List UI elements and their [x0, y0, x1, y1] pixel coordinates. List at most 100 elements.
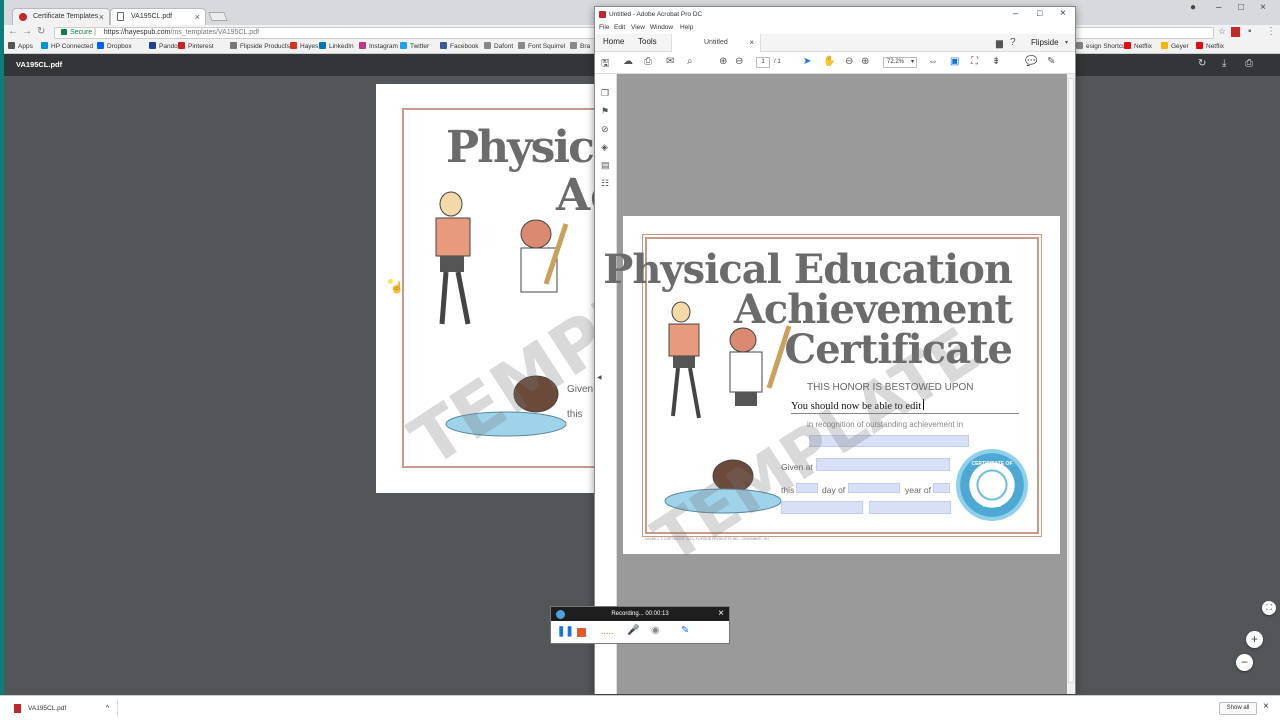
attachment-icon[interactable]: ⊘ — [601, 124, 609, 135]
rotate-icon[interactable]: ↻ — [1198, 58, 1206, 69]
menu-edit[interactable]: Edit — [614, 24, 625, 31]
bookmark-item[interactable]: Font Squirrel — [518, 42, 565, 50]
maximize-icon[interactable]: □ — [1238, 2, 1244, 13]
forward-icon[interactable]: → — [22, 26, 32, 37]
collapse-left-icon[interactable]: ◀ — [597, 374, 602, 381]
menu-view[interactable]: View — [631, 24, 645, 31]
fit-page-icon[interactable]: ⛶ — [1262, 601, 1276, 615]
minimize-icon[interactable]: – — [1013, 8, 1018, 18]
bookmark-item[interactable]: LinkedIn — [319, 42, 354, 50]
bookmark-item[interactable]: Dafont — [484, 42, 513, 50]
bookmark-item[interactable]: Pinterest — [178, 42, 214, 50]
download-icon[interactable]: ⤓ — [1222, 58, 1226, 69]
bookmark-item[interactable]: Geyer — [1161, 42, 1189, 50]
bookmark-item[interactable]: Flipside Products — [230, 42, 290, 50]
signature-field-right[interactable] — [869, 501, 951, 514]
bookmark-item[interactable]: Netflix — [1196, 42, 1224, 50]
fill-sign-icon[interactable]: ▣ — [950, 56, 959, 67]
scroll-thumb[interactable] — [1068, 78, 1074, 683]
content-icon[interactable]: ☷ — [601, 178, 609, 189]
fit-width-icon[interactable]: ⇔ — [928, 56, 938, 67]
minimize-icon[interactable]: – — [1216, 2, 1222, 13]
email-icon[interactable]: ✉ — [666, 56, 674, 67]
reload-icon[interactable]: ↻ — [37, 26, 45, 37]
bookmark-item[interactable]: Twitter — [400, 42, 429, 50]
zoom-out-button[interactable]: − — [1236, 654, 1253, 671]
full-screen-icon[interactable]: ⛶ — [971, 56, 978, 67]
document-tab-title: Untitled — [704, 39, 728, 46]
previous-page-icon[interactable]: ⊕ — [719, 56, 727, 67]
chevron-up-icon[interactable]: ^ — [106, 700, 109, 717]
year-field[interactable] — [933, 483, 950, 493]
bookmark-item[interactable]: Hayes — [290, 42, 318, 50]
new-tab-button[interactable] — [208, 12, 228, 21]
page-thumbnails-icon[interactable]: ❐ — [601, 88, 609, 99]
help-icon[interactable]: ? — [1010, 37, 1016, 48]
tab-document[interactable]: Untitled × — [671, 34, 761, 52]
print-icon[interactable]: ⎙ — [1245, 58, 1253, 69]
save-icon[interactable]: 🖫 — [601, 56, 610, 73]
pen-icon[interactable]: ✎ — [1047, 56, 1055, 67]
show-all-button[interactable]: Show all — [1219, 702, 1257, 715]
close-icon[interactable]: × — [195, 9, 200, 25]
bookmark-item[interactable]: esign Shortcuts — [1076, 42, 1131, 50]
menu-file[interactable]: File — [599, 24, 609, 31]
tab-home[interactable]: Home — [603, 37, 624, 46]
bookmark-item[interactable]: HP Connected — [41, 42, 93, 50]
search-icon[interactable]: ⌕ — [687, 56, 693, 67]
comment-icon[interactable]: 💬 — [1025, 56, 1037, 67]
menu-icon[interactable]: ⋮ — [1266, 26, 1276, 37]
microphone-icon[interactable]: 🎤 — [627, 625, 639, 636]
bookmark-icon[interactable]: ⚑ — [601, 106, 609, 117]
zoom-in-button[interactable]: + — [1246, 631, 1263, 648]
menu-help[interactable]: Help — [680, 24, 693, 31]
menu-window[interactable]: Window — [650, 24, 673, 31]
bookmark-item[interactable]: Facebook — [440, 42, 479, 50]
document-icon[interactable]: ▤ — [601, 160, 610, 171]
next-page-icon[interactable]: ⊖ — [735, 56, 743, 67]
hand-tool-icon[interactable]: ✋ — [823, 56, 835, 67]
bookmark-item[interactable]: Apps — [8, 42, 33, 50]
tab-pdf[interactable]: VA195CL.pdf × — [110, 8, 206, 25]
acrobat-toolbar: 🖫 ☁ ⎙ ✉ ⌕ ⊕ ⊖ 1 / 1 ➤ ✋ ⊖ ⊕ 72.2% ▾ ⇔ ▣ ⛶… — [595, 52, 1075, 74]
close-icon[interactable]: × — [749, 34, 754, 52]
tab-tools[interactable]: Tools — [638, 37, 657, 46]
download-item[interactable]: VA195CL.pdf ^ — [8, 700, 118, 717]
extension-icon[interactable]: ▪ — [1248, 26, 1252, 37]
close-window-icon[interactable]: × — [1260, 2, 1266, 13]
bookmark-item[interactable]: Netflix — [1124, 42, 1152, 50]
page-number-input[interactable]: 1 — [756, 57, 770, 68]
print-icon[interactable]: ⎙ — [644, 56, 652, 67]
bookmark-label: Hayes — [300, 43, 319, 50]
cloud-upload-icon[interactable]: ☁ — [623, 56, 633, 67]
profile-icon[interactable]: ● — [1190, 2, 1196, 13]
close-icon[interactable]: × — [718, 607, 724, 621]
close-icon[interactable]: × — [1263, 701, 1269, 712]
webcam-icon[interactable]: ◉ — [651, 625, 660, 636]
bookmark-item[interactable]: Instagram — [359, 42, 398, 50]
scroll-mode-icon[interactable]: ⇟ — [992, 56, 1000, 67]
comment-icon[interactable]: ▆ — [996, 38, 1003, 49]
close-icon[interactable]: × — [99, 9, 104, 25]
back-icon[interactable]: ← — [8, 26, 18, 37]
layers-icon[interactable]: ◈ — [601, 142, 608, 153]
select-cursor-icon[interactable]: ➤ — [803, 56, 811, 67]
zoom-out-icon[interactable]: ⊖ — [845, 56, 853, 67]
tab-certificate-templates[interactable]: Certificate Templates × — [12, 8, 110, 25]
account-name[interactable]: Flipside — [1031, 38, 1059, 47]
zoom-select[interactable]: 72.2% ▾ — [883, 57, 917, 68]
bookmark-item[interactable]: Dropbox — [97, 42, 132, 50]
acrobat-extension-icon[interactable] — [1231, 27, 1240, 37]
maximize-icon[interactable]: □ — [1037, 8, 1042, 18]
stop-icon[interactable] — [577, 628, 586, 637]
pause-icon[interactable]: ❚❚ — [557, 626, 574, 637]
zoom-in-icon[interactable]: ⊕ — [861, 56, 869, 67]
navigation-pane: ❐ ⚑ ⊘ ◈ ▤ ☷ ◀ — [595, 74, 617, 694]
month-field[interactable] — [848, 483, 900, 493]
close-icon[interactable]: × — [1060, 8, 1066, 19]
bookmark-item[interactable]: Bra — [570, 42, 590, 50]
pen-icon[interactable]: ✎ — [681, 625, 689, 636]
vertical-scrollbar[interactable] — [1067, 74, 1075, 694]
chevron-down-icon[interactable]: ▾ — [1065, 39, 1068, 46]
bookmark-star-icon[interactable]: ☆ — [1218, 26, 1226, 37]
